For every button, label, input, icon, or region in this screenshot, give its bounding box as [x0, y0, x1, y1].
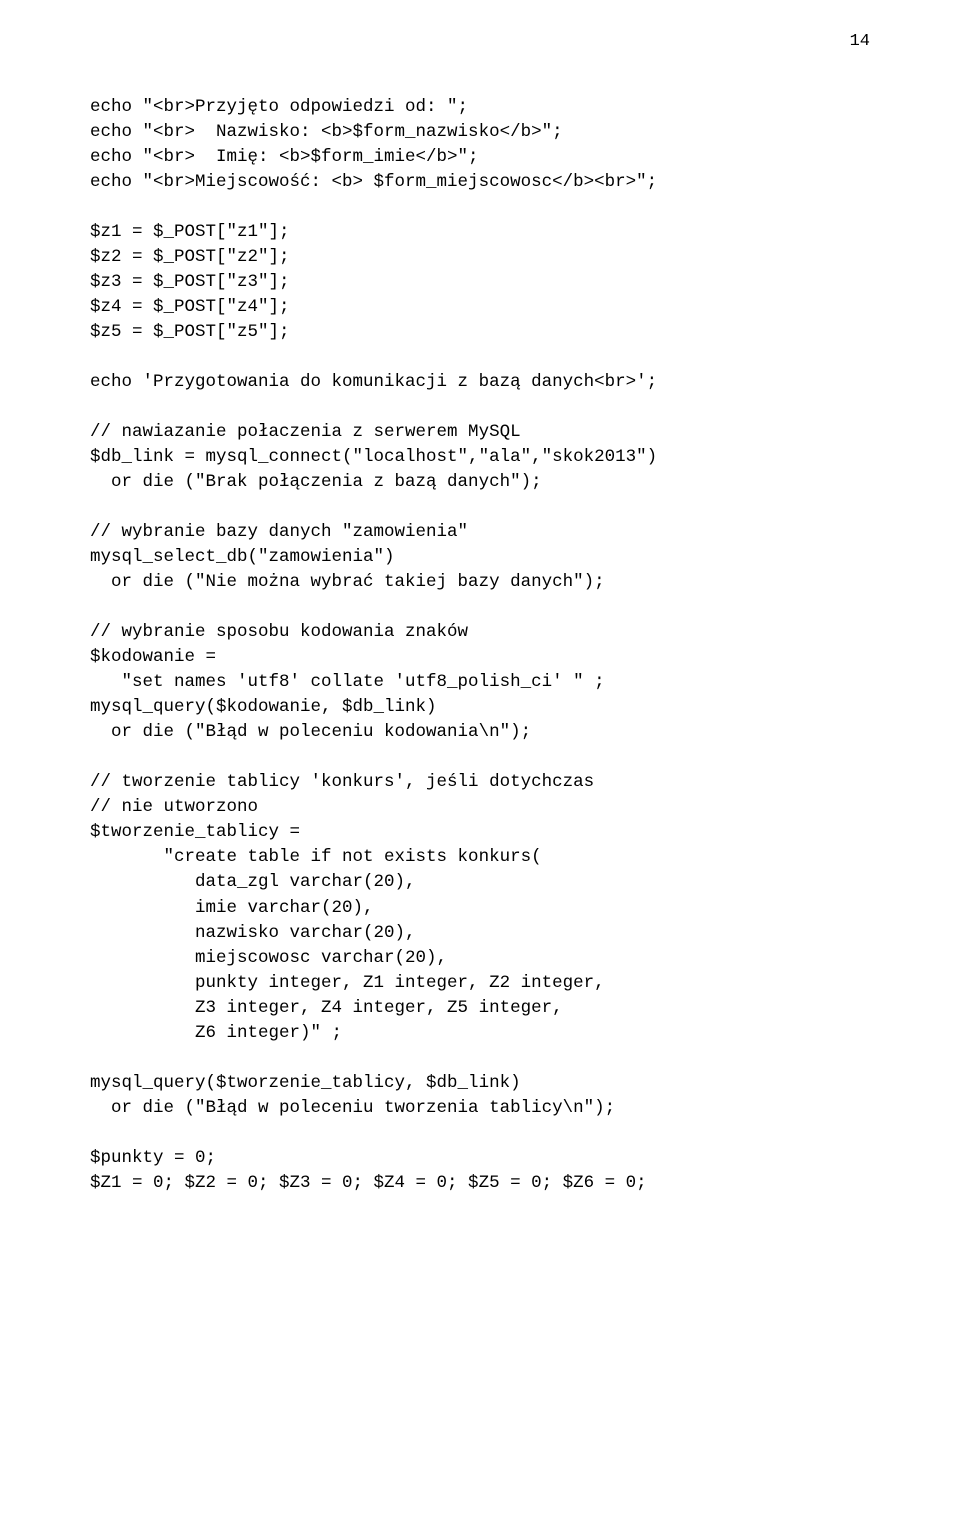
document-page: 14 echo "<br>Przyjęto odpowiedzi od: "; … [0, 0, 960, 1521]
code-block: echo "<br>Przyjęto odpowiedzi od: "; ech… [90, 95, 870, 1196]
page-number: 14 [850, 30, 870, 54]
